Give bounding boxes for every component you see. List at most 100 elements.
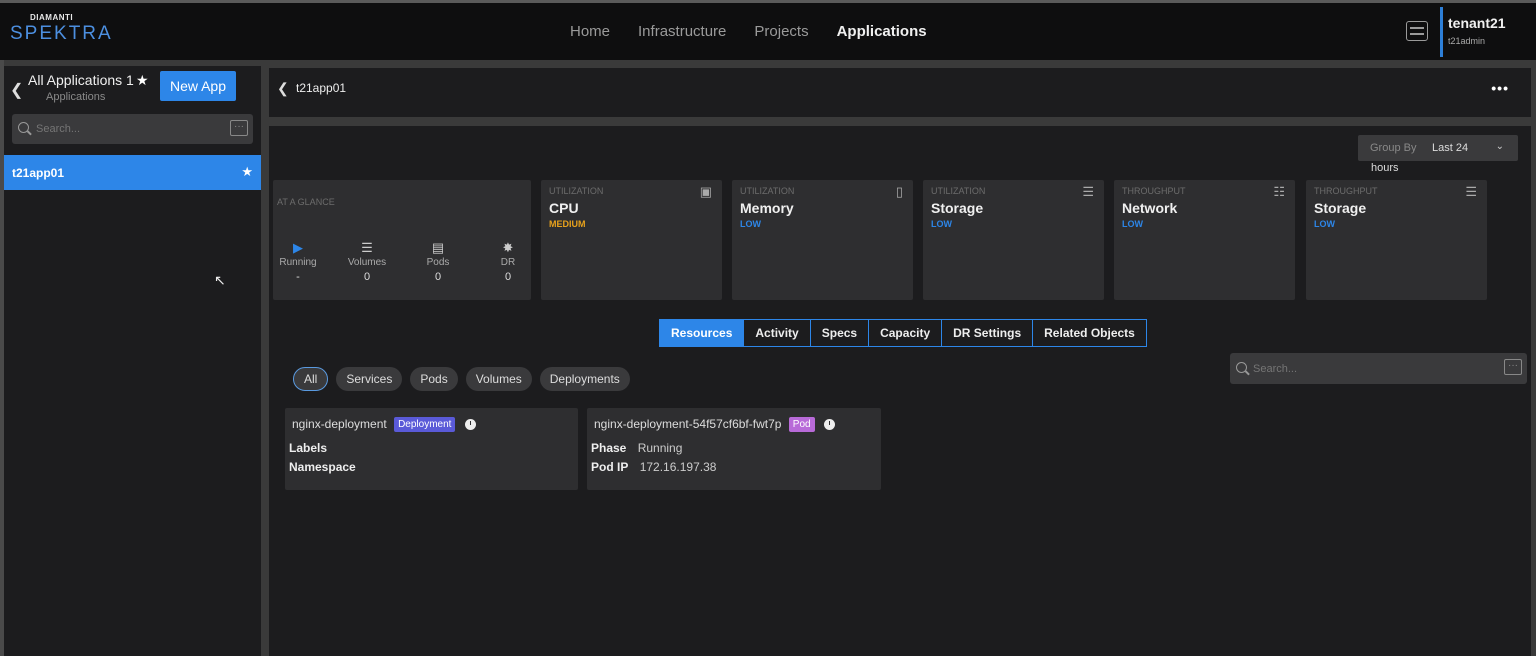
metric-card-cpu[interactable]: UTILIZATION CPU MEDIUM ▣ [541,180,722,300]
stat-pods: ▤ Pods 0 [413,240,463,283]
glance-title: AT A GLANCE [277,197,335,207]
metric-level: LOW [931,219,952,229]
group-by-label: Group By [1370,142,1417,154]
resource-name: nginx-deployment-54f57cf6bf-fwt7p [594,417,782,431]
stat-value: - [296,271,300,283]
database-icon: ☰ [361,240,373,255]
metric-level: LOW [1314,219,1335,229]
clock-icon[interactable] [823,419,835,431]
sidebar-item-label: t21app01 [12,166,65,180]
metric-card-storage-throughput[interactable]: THROUGHPUT Storage LOW ☰ [1306,180,1487,300]
stat-dr: ✸ DR 0 [483,240,533,283]
search-icon [18,122,29,133]
nav-applications[interactable]: Applications [837,23,927,40]
filter-deployments[interactable]: Deployments [539,367,630,391]
filter-volumes[interactable]: Volumes [465,367,532,391]
divider [1440,7,1443,57]
resource-card-pod[interactable]: nginx-deployment-54f57cf6bf-fwt7p Pod Ph… [587,408,881,490]
filter-chips: All Services Pods Volumes Deployments [293,367,630,391]
chevron-down-icon: ⌄ [1495,141,1504,152]
metric-name: Storage [1314,200,1367,216]
stat-label: DR [500,257,516,268]
metric-card-network[interactable]: THROUGHPUT Network LOW ☷ [1114,180,1295,300]
tab-dr-settings[interactable]: DR Settings [942,320,1034,346]
resource-search: ··· [1230,353,1527,384]
sidebar-search-input[interactable] [36,114,216,144]
row-value: 172.16.197.38 [639,460,717,474]
tab-activity[interactable]: Activity [744,320,811,346]
more-options-icon[interactable]: ••• [1491,80,1509,96]
cpu-icon: ▣ [699,184,712,199]
play-circle-icon: ▶ [293,240,303,255]
back-icon[interactable]: ❮ [277,80,289,97]
metric-category: THROUGHPUT [1314,186,1378,196]
stat-value: 0 [363,271,371,283]
metric-card-memory[interactable]: UTILIZATION Memory LOW ▯ [732,180,913,300]
tab-related-objects[interactable]: Related Objects [1033,320,1146,346]
type-badge: Deployment [394,417,456,433]
star-icon[interactable]: ★ [241,164,253,180]
row-value: Running [637,441,683,455]
sidebar-item-t21app01[interactable]: t21app01 ★ [4,155,261,190]
sidebar: ❮ All Applications 1 ★ Applications New … [4,66,261,656]
nav-projects[interactable]: Projects [754,23,808,40]
resource-row: Labels [289,441,335,455]
sidebar-subtitle: Applications [46,91,106,103]
resource-header: nginx-deployment Deployment [292,417,476,433]
metric-name: Memory [740,200,794,216]
group-by-value: Last 24 [1432,142,1469,154]
nav-infrastructure[interactable]: Infrastructure [638,23,726,40]
brand-name: SPEKTRA [10,23,113,44]
resource-name: nginx-deployment [292,417,387,431]
metric-name: Network [1122,200,1178,216]
database-icon: ☰ [1465,184,1477,199]
resource-row: Phase Running [591,441,682,455]
stat-value: 0 [504,271,512,283]
resource-card-deployment[interactable]: nginx-deployment Deployment Labels Names… [285,408,578,490]
brand-logo[interactable]: DIAMANTI SPEKTRA [10,13,113,45]
new-app-button[interactable]: New App [160,71,236,101]
main-panel: Group By Last 24 ⌄ hours AT A GLANCE ▶ R… [269,126,1531,656]
brand-small-text: DIAMANTI [30,13,74,22]
metric-card-storage-utilization[interactable]: UTILIZATION Storage LOW ☰ [923,180,1104,300]
tab-specs[interactable]: Specs [810,320,870,346]
star-icon[interactable]: ★ [136,72,149,89]
stat-label: Running [279,257,317,268]
task-list-icon[interactable] [1406,21,1428,41]
pod-icon: ▤ [431,240,445,255]
resource-row: Namespace [289,460,364,474]
filter-all[interactable]: All [293,367,329,391]
filter-icon[interactable]: ··· [1504,359,1522,375]
mouse-cursor-icon: ↖ [214,272,226,288]
main-nav: Home Infrastructure Projects Application… [570,23,927,40]
back-icon[interactable]: ❮ [10,80,23,100]
group-by-select[interactable]: Group By Last 24 ⌄ [1358,135,1518,161]
metric-level: LOW [740,219,761,229]
search-icon [1236,362,1247,373]
group-by-unit: hours [1371,162,1399,174]
row-key: Phase [591,441,627,455]
username: t21admin [1448,36,1486,46]
app-header: ❮ t21app01 ••• [269,68,1531,117]
resource-search-input[interactable] [1253,353,1493,384]
dr-icon: ✸ [502,240,514,255]
metric-category: UTILIZATION [549,186,604,196]
resource-row: Pod IP 172.16.197.38 [591,460,716,474]
metric-level: MEDIUM [549,219,586,229]
user-menu[interactable]: tenant21 t21admin [1448,15,1518,46]
metric-level: LOW [1122,219,1143,229]
tab-capacity[interactable]: Capacity [869,320,943,346]
clock-icon[interactable] [464,419,476,431]
tenant-name: tenant21 [1448,15,1506,31]
filter-services[interactable]: Services [336,367,403,391]
metric-category: UTILIZATION [931,186,986,196]
nav-home[interactable]: Home [570,23,610,40]
metric-category: THROUGHPUT [1122,186,1186,196]
stat-volumes: ☰ Volumes 0 [342,240,392,283]
filter-pods[interactable]: Pods [410,367,458,391]
metric-category: UTILIZATION [740,186,795,196]
page-title: t21app01 [296,81,347,95]
filter-icon[interactable]: ··· [230,120,248,136]
tab-resources[interactable]: Resources [660,320,745,346]
stat-value: 0 [434,271,442,283]
